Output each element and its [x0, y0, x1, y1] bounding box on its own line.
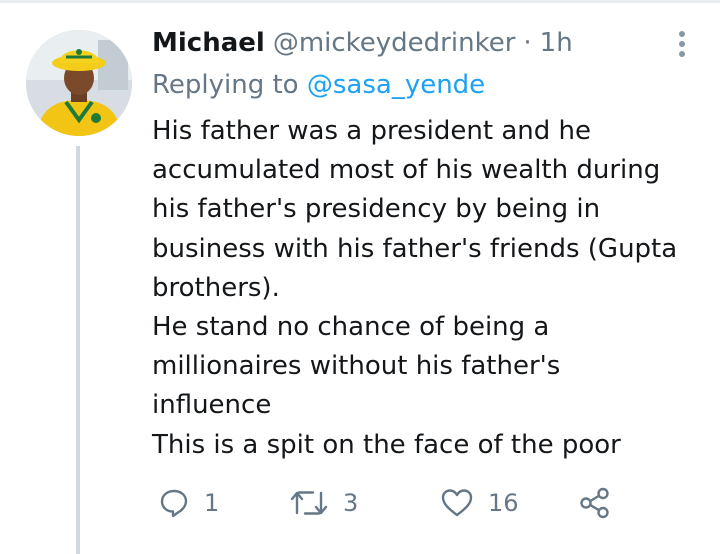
- share-button[interactable]: [578, 485, 612, 521]
- retweet-icon: [290, 491, 328, 515]
- retweet-button[interactable]: 3: [289, 485, 358, 521]
- heart-icon: [441, 489, 473, 517]
- avatar-image: [26, 30, 132, 136]
- separator-dot: ·: [523, 28, 532, 58]
- tweet-text: His father was a president and he accumu…: [152, 112, 712, 465]
- reply-icon: [160, 489, 188, 518]
- author-name[interactable]: Michael: [152, 28, 265, 58]
- reply-count: 1: [204, 489, 220, 517]
- top-divider: [0, 0, 720, 3]
- tweet-text-line: brothers).: [152, 272, 280, 303]
- tweet-text-line: influence: [152, 390, 272, 421]
- tweet-header: Michael @mickeydedrinker · 1h: [152, 28, 573, 64]
- tweet-text-line: millionaires without his father's: [152, 351, 561, 382]
- tweet-text-line: He stand no chance of being a: [152, 312, 550, 343]
- tweet-time[interactable]: 1h: [540, 28, 573, 58]
- avatar[interactable]: [26, 30, 132, 136]
- replying-to-handle[interactable]: @sasa_yende: [307, 70, 485, 100]
- tweet-text-line: His father was a president and he: [152, 116, 591, 146]
- reply-button[interactable]: 1: [158, 485, 219, 521]
- more-vertical-icon: [679, 31, 685, 57]
- like-count: 16: [488, 489, 519, 517]
- tweet-text-line: This is a spit on the face of the poor: [152, 429, 621, 460]
- replying-to: Replying to @sasa_yende: [152, 70, 485, 100]
- retweet-count: 3: [343, 489, 359, 517]
- tweet-text-line: his father's presidency by being in: [152, 194, 601, 225]
- tweet-text-line: business with his father's friends (Gupt…: [152, 233, 678, 264]
- tweet-text-line: accumulated most of his wealth during: [152, 155, 661, 186]
- thread-line: [76, 146, 80, 554]
- author-handle[interactable]: @mickeydedrinker: [273, 28, 516, 58]
- replying-to-label: Replying to: [152, 70, 299, 100]
- more-options-button[interactable]: [664, 26, 700, 62]
- like-button[interactable]: 16: [440, 485, 519, 521]
- share-icon: [580, 487, 609, 519]
